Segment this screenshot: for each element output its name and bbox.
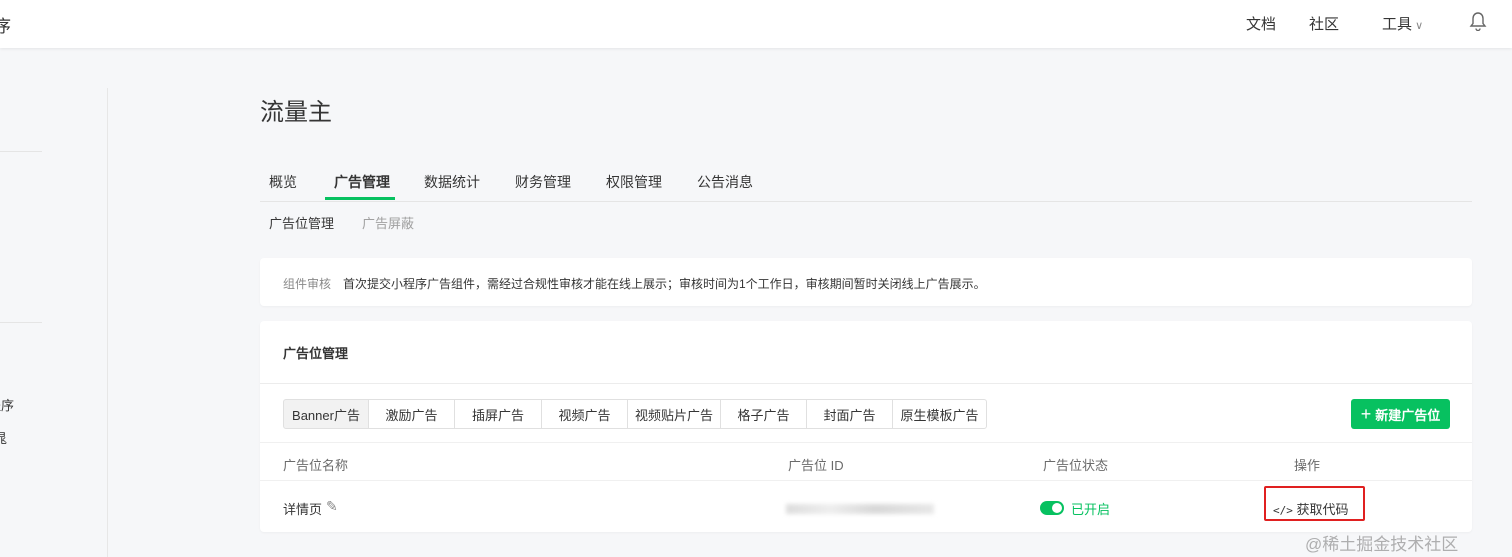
column-header-name: 广告位名称: [283, 458, 349, 473]
chevron-down-icon: ∨: [1412, 20, 1424, 32]
ad-type-rewarded[interactable]: 激励广告: [368, 399, 455, 429]
sidebar-border: [107, 88, 108, 557]
table-header-border: [260, 480, 1472, 481]
tools-label: 工具: [1382, 16, 1413, 33]
sidebar-item[interactable]: 程序: [0, 395, 14, 414]
docs-link[interactable]: 文档: [1246, 13, 1276, 34]
subtab-ad-slots[interactable]: 广告位管理: [269, 213, 334, 232]
tabs-divider: [260, 201, 1472, 202]
new-ad-slot-label: 新建广告位: [1375, 407, 1441, 423]
ad-slot-name: 详情页: [283, 502, 323, 517]
edit-pencil-icon[interactable]: ✎: [326, 498, 338, 515]
app-title: 序: [0, 17, 11, 36]
notice-text: 首次提交小程序广告组件，需经过合规性审核才能在线上展示；审核时间为1个工作日，审…: [343, 277, 986, 291]
ad-type-native-template[interactable]: 原生模板广告: [892, 399, 987, 429]
subtab-ad-blocking[interactable]: 广告屏蔽: [362, 213, 414, 232]
tab-permissions[interactable]: 权限管理: [606, 172, 662, 192]
status-text: 已开启: [1071, 502, 1111, 517]
bell-icon[interactable]: [1469, 11, 1487, 34]
get-code-label: 获取代码: [1296, 502, 1349, 517]
status-toggle[interactable]: [1040, 501, 1064, 515]
community-link[interactable]: 社区: [1309, 13, 1339, 34]
tools-menu[interactable]: 工具 ∨: [1382, 13, 1423, 34]
tab-overview[interactable]: 概览: [269, 172, 297, 192]
sidebar-item[interactable]: 晁: [0, 428, 7, 447]
code-icon: </>: [1273, 504, 1293, 517]
panel-divider: [260, 383, 1472, 384]
tab-announcements[interactable]: 公告消息: [697, 172, 753, 192]
ad-type-video-patch[interactable]: 视频贴片广告: [627, 399, 721, 429]
page-title: 流量主: [260, 99, 332, 126]
ad-type-grid[interactable]: 格子广告: [720, 399, 807, 429]
ad-type-video[interactable]: 视频广告: [541, 399, 628, 429]
ad-type-interstitial[interactable]: 插屏广告: [454, 399, 542, 429]
sidebar-divider: [0, 322, 42, 323]
ad-type-cover[interactable]: 封面广告: [806, 399, 893, 429]
column-header-id: 广告位 ID: [788, 458, 844, 473]
notice-card: 组件审核 首次提交小程序广告组件，需经过合规性审核才能在线上展示；审核时间为1个…: [260, 258, 1472, 306]
sidebar-divider: [0, 151, 42, 152]
top-header: 序 文档 社区 工具 ∨: [0, 0, 1512, 48]
active-tab-indicator: [325, 197, 395, 200]
column-header-status: 广告位状态: [1043, 458, 1109, 473]
tab-data-stats[interactable]: 数据统计: [424, 172, 480, 192]
ad-slot-id-redacted: [786, 504, 934, 514]
tab-ad-management[interactable]: 广告管理: [334, 172, 390, 192]
get-code-link[interactable]: </> 获取代码: [1273, 499, 1349, 518]
column-header-actions: 操作: [1294, 458, 1321, 473]
watermark: @稀土掘金技术社区: [1305, 535, 1459, 554]
table-top-border: [260, 442, 1472, 443]
plus-icon: +: [1360, 403, 1372, 424]
ad-type-banner[interactable]: Banner广告: [283, 399, 369, 429]
notice-label: 组件审核: [283, 277, 332, 291]
tab-finance[interactable]: 财务管理: [515, 172, 571, 192]
panel-title: 广告位管理: [283, 346, 349, 361]
new-ad-slot-button[interactable]: + 新建广告位: [1351, 399, 1450, 429]
